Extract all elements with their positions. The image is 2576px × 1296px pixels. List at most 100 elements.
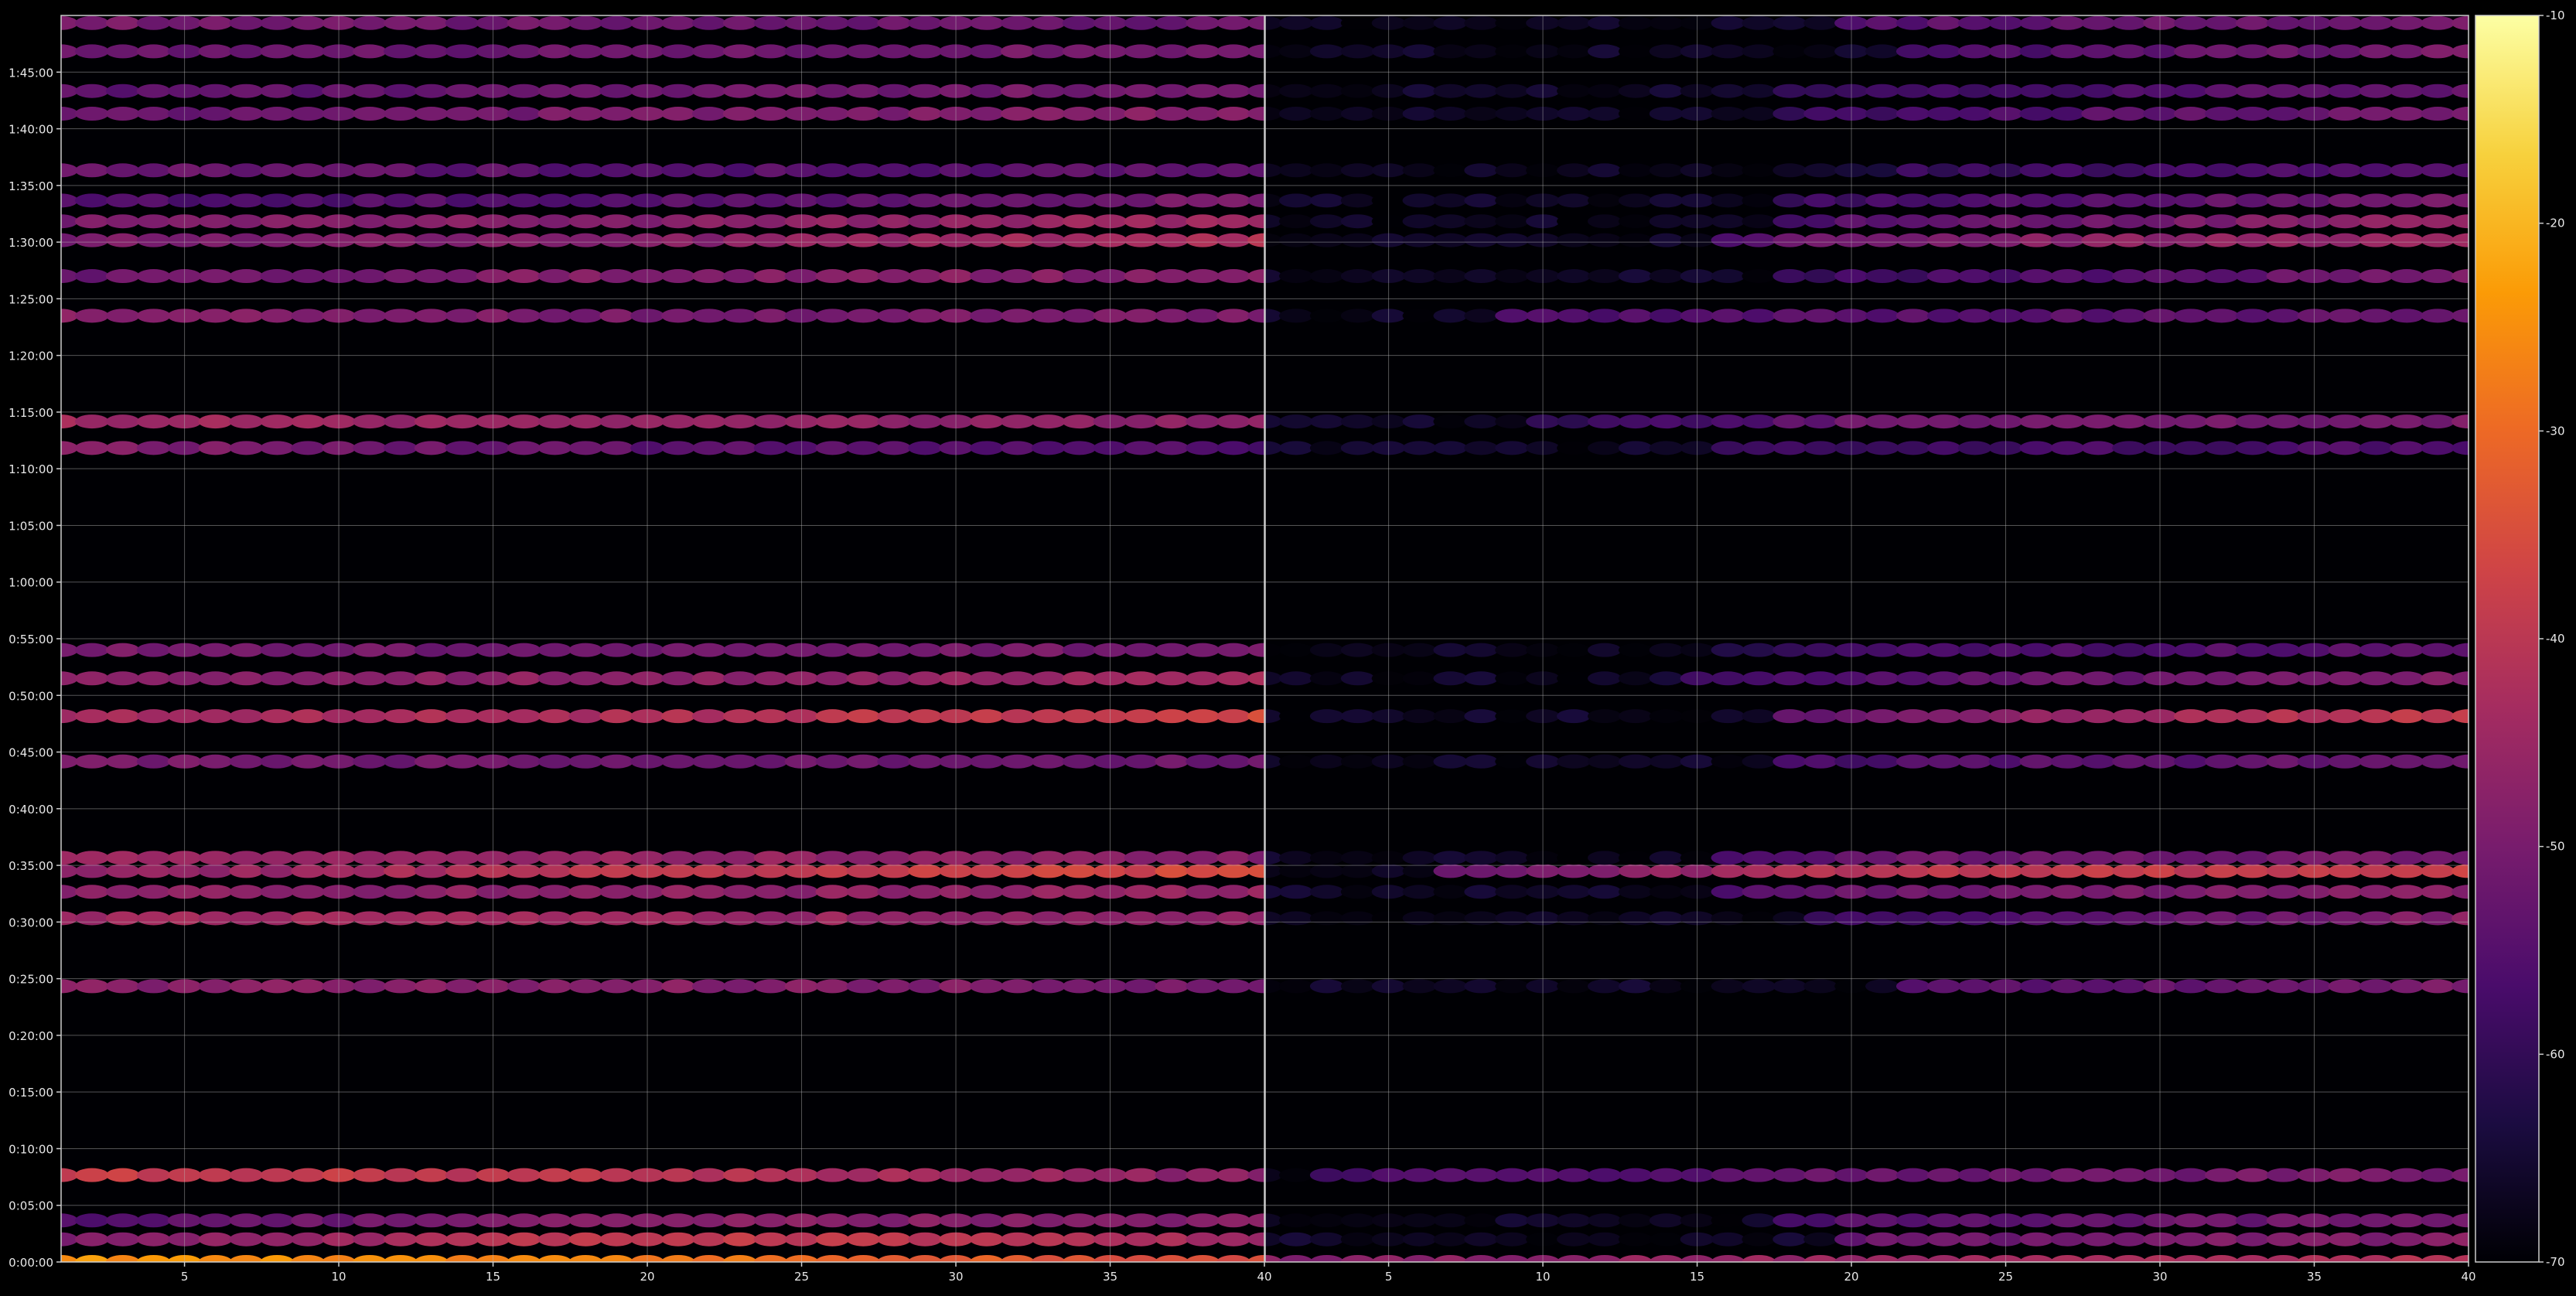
heatmap-cell <box>1865 107 1899 121</box>
heatmap-cell <box>198 163 233 178</box>
heatmap-cell <box>1495 851 1530 865</box>
heatmap-cell <box>969 754 1004 769</box>
heatmap-cell <box>74 643 109 657</box>
heatmap-cell <box>1031 1168 1066 1182</box>
heatmap-cell <box>1926 269 1961 284</box>
heatmap-cell <box>2328 643 2363 657</box>
heatmap-cell <box>2050 851 2085 865</box>
heatmap-cell <box>2328 107 2363 121</box>
heatmap-cell <box>2173 754 2208 769</box>
heatmap-cell <box>1062 193 1097 208</box>
colorbar-tick-label: -40 <box>2546 632 2565 646</box>
heatmap-cell <box>1216 1213 1251 1228</box>
heatmap-cell <box>2235 754 2270 769</box>
heatmap-cell <box>2390 709 2424 724</box>
heatmap-cell <box>908 864 943 878</box>
heatmap-cell <box>691 44 726 59</box>
heatmap-cell <box>1557 709 1591 724</box>
heatmap-cell <box>1742 233 1776 247</box>
heatmap-cell <box>691 754 726 769</box>
heatmap-cell <box>753 671 788 686</box>
heatmap-cell <box>74 1168 109 1182</box>
heatmap-cell <box>1186 107 1220 121</box>
heatmap-cell <box>691 163 726 178</box>
heatmap-cell <box>2421 979 2455 994</box>
heatmap-cell <box>1865 84 1899 98</box>
colorbar-tick-label: -10 <box>2546 9 2565 22</box>
heatmap-cell <box>1926 193 1961 208</box>
heatmap-cell <box>753 709 788 724</box>
heatmap-cell <box>846 107 881 121</box>
heatmap-cell <box>1587 885 1622 899</box>
heatmap-cell <box>1000 15 1035 30</box>
y-tick-label: 0:10:00 <box>9 1142 53 1156</box>
heatmap-cell <box>1957 1232 1992 1247</box>
heatmap-cell <box>2173 84 2208 98</box>
heatmap-cell <box>1895 44 1930 59</box>
heatmap-cell <box>1433 754 1468 769</box>
heatmap-cell <box>877 44 912 59</box>
heatmap-cell <box>260 44 295 59</box>
heatmap-cell <box>1772 163 1807 178</box>
heatmap-cell <box>136 193 171 208</box>
heatmap-cell <box>2019 107 2054 121</box>
heatmap-cell <box>1155 864 1189 878</box>
heatmap-cell <box>1618 851 1653 865</box>
heatmap-cell <box>1124 851 1158 865</box>
heatmap-cell <box>1711 643 1745 657</box>
heatmap-cell <box>599 233 634 247</box>
heatmap-cell <box>2081 671 2116 686</box>
heatmap-cell <box>1309 643 1344 657</box>
colorbar-ticks: -10-20-30-40-50-60-70 <box>2539 9 2565 1269</box>
heatmap-cell <box>537 979 572 994</box>
heatmap-cell <box>291 441 326 455</box>
heatmap-cell <box>260 864 295 878</box>
heatmap-cell <box>291 709 326 724</box>
heatmap-cell <box>722 709 757 724</box>
heatmap-cell <box>1587 414 1622 429</box>
heatmap-cell <box>1587 233 1622 247</box>
heatmap-cell <box>1803 1213 1838 1228</box>
heatmap-cell <box>445 1213 479 1228</box>
heatmap-cell <box>908 1168 943 1182</box>
heatmap-cell <box>383 414 418 429</box>
heatmap-cell <box>1957 44 1992 59</box>
heatmap-cell <box>1464 1168 1499 1182</box>
heatmap-cell <box>2359 269 2393 284</box>
heatmap-cell <box>1309 1232 1344 1247</box>
heatmap-cell <box>1186 911 1220 926</box>
heatmap-cell <box>1402 193 1437 208</box>
heatmap-cell <box>414 1213 449 1228</box>
heatmap-cell <box>2235 193 2270 208</box>
heatmap-cell <box>1895 643 1930 657</box>
heatmap-cell <box>1587 911 1622 926</box>
heatmap-cell <box>507 851 541 865</box>
heatmap-cell <box>661 1232 695 1247</box>
heatmap-cell <box>815 107 850 121</box>
heatmap-cell <box>877 671 912 686</box>
heatmap-cell <box>815 414 850 429</box>
heatmap-cell <box>260 193 295 208</box>
heatmap-cell <box>599 851 634 865</box>
heatmap-cell <box>198 643 233 657</box>
heatmap-cell <box>722 15 757 30</box>
heatmap-cell <box>2019 979 2054 994</box>
heatmap-cell <box>1587 754 1622 769</box>
heatmap-cell <box>1618 1168 1653 1182</box>
heatmap-cell <box>291 15 326 30</box>
heatmap-cell <box>2235 84 2270 98</box>
heatmap-cell <box>1216 44 1251 59</box>
heatmap-cell <box>1433 269 1468 284</box>
heatmap-cell <box>198 1168 233 1182</box>
heatmap-cell <box>1495 269 1530 284</box>
heatmap-cell <box>2019 193 2054 208</box>
heatmap-cell <box>2019 754 2054 769</box>
heatmap-cell <box>1031 214 1066 229</box>
heatmap-cell <box>1433 163 1468 178</box>
heatmap-cell <box>1618 754 1653 769</box>
heatmap-cell <box>2266 979 2301 994</box>
heatmap-cell <box>537 84 572 98</box>
heatmap-cell <box>1742 44 1776 59</box>
heatmap-cell <box>2266 107 2301 121</box>
heatmap-cell <box>1124 709 1158 724</box>
